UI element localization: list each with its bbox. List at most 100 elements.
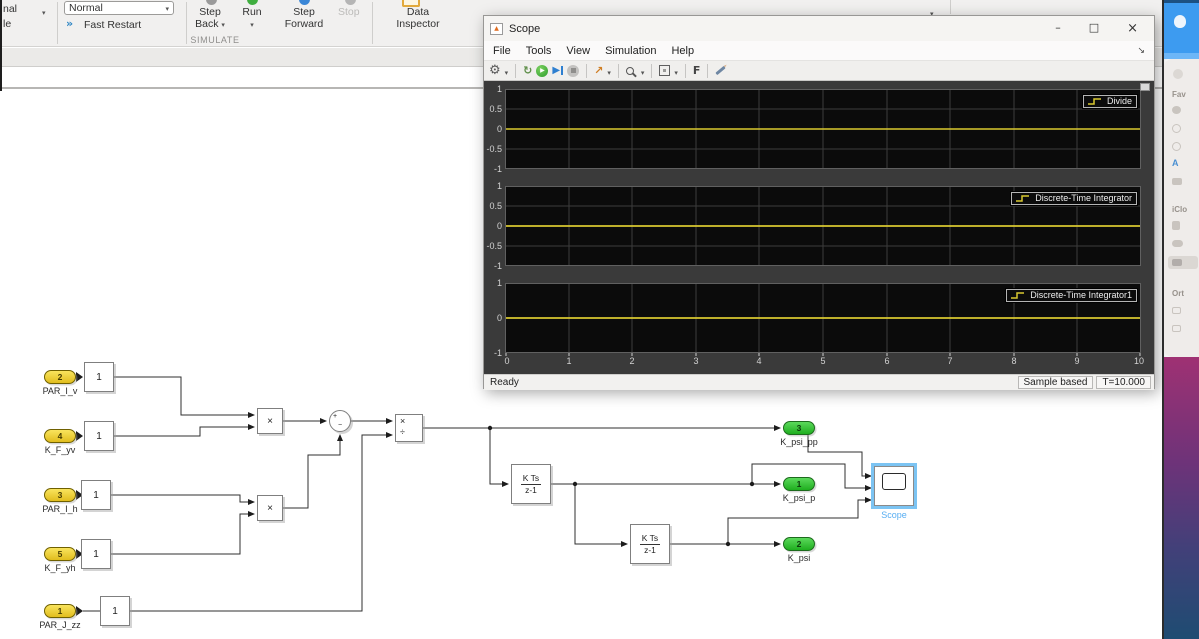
fast-restart-button[interactable]: Fast Restart <box>84 19 141 31</box>
inport-PAR_J_zz[interactable]: 1 <box>44 604 76 618</box>
run-button-icon[interactable]: ▶ <box>536 65 548 77</box>
apple-logo-icon <box>1174 15 1186 28</box>
product-block[interactable]: × <box>257 408 283 434</box>
simulation-mode-dropdown[interactable]: Normal <box>64 1 174 15</box>
minimize-button[interactable]: – <box>1055 21 1061 36</box>
junction-dot <box>726 542 730 546</box>
sidebar-section-icloud: iClo <box>1172 205 1187 214</box>
chevron-down-icon <box>250 18 254 30</box>
legend-divide: Divide <box>1083 95 1137 108</box>
y-tick: 1 <box>484 278 502 288</box>
legend-line-sample <box>1015 194 1031 203</box>
legend-line-sample <box>1087 97 1103 106</box>
y-tick: -1 <box>484 261 502 271</box>
sum-block[interactable]: + − <box>329 410 351 432</box>
network-icon[interactable] <box>1172 325 1181 332</box>
chevron-down-icon[interactable] <box>607 62 611 80</box>
unit-block[interactable]: 1 <box>81 539 111 569</box>
inport-K_F_yh[interactable]: 5 <box>44 547 76 561</box>
menu-help[interactable]: Help <box>671 45 694 57</box>
settings-gear-icon[interactable]: ⚙ <box>489 64 501 77</box>
inport-K_F_yv[interactable]: 4 <box>44 429 76 443</box>
junction-dot <box>488 426 492 430</box>
chevron-down-icon[interactable] <box>505 62 509 80</box>
screen: 2 PAR_I_v 4 K_F_yv 3 PAR_I_h 5 K_F_yh 1 … <box>0 0 1199 639</box>
document-icon[interactable] <box>1172 221 1180 230</box>
clock-icon[interactable] <box>1172 124 1181 133</box>
chevron-down-icon[interactable] <box>42 2 46 20</box>
unit-block[interactable]: 1 <box>81 480 111 510</box>
step-forward-icon[interactable]: ▶ <box>552 65 563 76</box>
laptop-icon[interactable] <box>1172 307 1181 314</box>
scope-plot-area <box>484 81 1154 374</box>
step-back-icon <box>206 0 217 5</box>
toolbar-separator <box>651 64 652 78</box>
step-forward-button[interactable]: Step Forward <box>278 6 330 30</box>
maximize-axes-button[interactable] <box>1140 83 1150 91</box>
zoom-icon[interactable] <box>626 67 634 75</box>
scope-titlebar[interactable]: ▲ Scope – □ × <box>484 16 1154 41</box>
legend-label: Discrete-Time Integrator1 <box>1030 291 1132 300</box>
toolbar-separator <box>950 0 951 14</box>
outport-K_psi_pp[interactable]: 3 <box>783 421 815 435</box>
sidebar-button-icon[interactable] <box>1173 69 1183 79</box>
data-inspector-button[interactable]: Data Inspector <box>388 6 448 30</box>
refresh-icon[interactable]: ↻ <box>523 65 532 76</box>
menu-simulation[interactable]: Simulation <box>605 45 656 57</box>
integrator-denominator: z-1 <box>525 485 537 496</box>
chevron-down-icon <box>165 2 169 14</box>
download-icon[interactable] <box>1172 142 1181 151</box>
unit-block[interactable]: 1 <box>84 362 114 392</box>
inport-PAR_I_v[interactable]: 2 <box>44 370 76 384</box>
chevron-down-icon[interactable] <box>641 62 645 80</box>
measurements-pencil-icon[interactable] <box>716 66 726 75</box>
fit-to-view-icon[interactable] <box>659 65 670 76</box>
menu-view[interactable]: View <box>566 45 590 57</box>
legend-discrete-time-integrator: Discrete-Time Integrator <box>1011 192 1137 205</box>
status-sample-based: Sample based <box>1018 376 1094 389</box>
toolbar-separator <box>372 2 373 44</box>
cloud-icon[interactable] <box>1172 240 1183 247</box>
sidebar-item-icon[interactable] <box>1172 106 1181 114</box>
y-tick: -0.5 <box>484 144 502 154</box>
inport-label: K_F_yv <box>30 445 90 455</box>
folder-icon[interactable] <box>1172 178 1182 185</box>
close-button[interactable]: × <box>1127 21 1138 36</box>
discrete-time-integrator1-block[interactable]: K Tsz-1 <box>630 524 670 564</box>
simulation-mode-value: Normal <box>69 2 103 14</box>
product-block[interactable]: × <box>257 495 283 521</box>
discrete-time-integrator-block[interactable]: K Tsz-1 <box>511 464 551 504</box>
chevron-down-icon <box>221 18 225 30</box>
menu-tools[interactable]: Tools <box>526 45 552 57</box>
wire <box>130 435 392 611</box>
run-label: Run <box>234 6 270 18</box>
sidebar-selected-item[interactable] <box>1168 256 1198 269</box>
status-sim-time: T=10.000 <box>1096 376 1151 389</box>
highlight-block-icon[interactable]: ↗ <box>594 65 603 76</box>
applications-icon[interactable]: A <box>1172 158 1179 168</box>
unit-block[interactable]: 1 <box>84 421 114 451</box>
maximize-button[interactable]: □ <box>1089 21 1099 36</box>
toolbar-separator <box>618 64 619 78</box>
menu-file[interactable]: File <box>493 45 511 57</box>
multiply-icon: × <box>400 416 405 426</box>
run-button[interactable]: Run <box>234 6 270 30</box>
divide-block[interactable]: × ÷ <box>395 414 423 442</box>
dock-arrow-icon[interactable]: ↘ <box>1137 46 1145 56</box>
chevron-down-icon[interactable] <box>674 62 678 80</box>
x-tick: 10 <box>1134 356 1144 366</box>
unit-block[interactable]: 1 <box>100 596 130 626</box>
scope-block[interactable] <box>874 466 914 506</box>
plot-divide <box>505 89 1141 169</box>
trigger-icon[interactable]: F <box>693 65 701 76</box>
outport-K_psi_p[interactable]: 1 <box>783 477 815 491</box>
inport-PAR_I_h[interactable]: 3 <box>44 488 76 502</box>
x-tick: 4 <box>756 356 761 366</box>
stop-icon <box>345 0 356 5</box>
unit-value: 1 <box>96 372 102 383</box>
sidebar-section-locations: Ort <box>1172 289 1184 298</box>
outport-K_psi[interactable]: 2 <box>783 537 815 551</box>
wire <box>575 484 627 544</box>
inport-label: PAR_J_zz <box>30 620 90 630</box>
step-back-button[interactable]: Step Back <box>190 6 230 30</box>
